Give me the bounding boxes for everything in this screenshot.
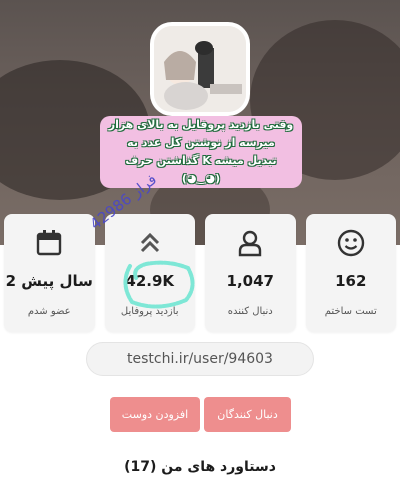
stat-value-tests: 162: [335, 272, 367, 290]
followers-button[interactable]: دنبال کنندگان: [204, 397, 291, 432]
stat-value-membership: 2 سال پیش: [5, 272, 93, 290]
avatar[interactable]: [150, 22, 250, 116]
add-friend-button[interactable]: افزودن دوست: [110, 397, 200, 432]
stat-card-followers[interactable]: 1,047 دنبال کننده: [205, 214, 296, 332]
smiley-icon: [337, 229, 364, 257]
bio-text: وقتی بازدید پروفایل به بالای هزار میرسه …: [108, 118, 294, 185]
stats-row: 2 سال پیش عضو شدم 42.9K بازدید پروفایل 1…: [4, 214, 396, 332]
stat-label-tests: تست ساختم: [324, 306, 377, 317]
calendar-icon: [37, 230, 62, 256]
avatar-image: [154, 26, 246, 112]
stat-label-followers: دنبال کننده: [227, 306, 273, 317]
scribble-circle: [123, 260, 195, 309]
profile-bio: وقتی بازدید پروفایل به بالای هزار میرسه …: [100, 116, 302, 188]
stat-card-tests: 162 تست ساختم: [305, 214, 396, 332]
user-icon: [239, 230, 262, 257]
achievements-heading: دستاورد های من (17): [124, 459, 276, 475]
profile-link[interactable]: testchi.ir/user/94603: [86, 342, 314, 376]
stat-value-followers: 1,047: [226, 272, 274, 290]
stat-label-membership: عضو شدم: [27, 306, 71, 317]
